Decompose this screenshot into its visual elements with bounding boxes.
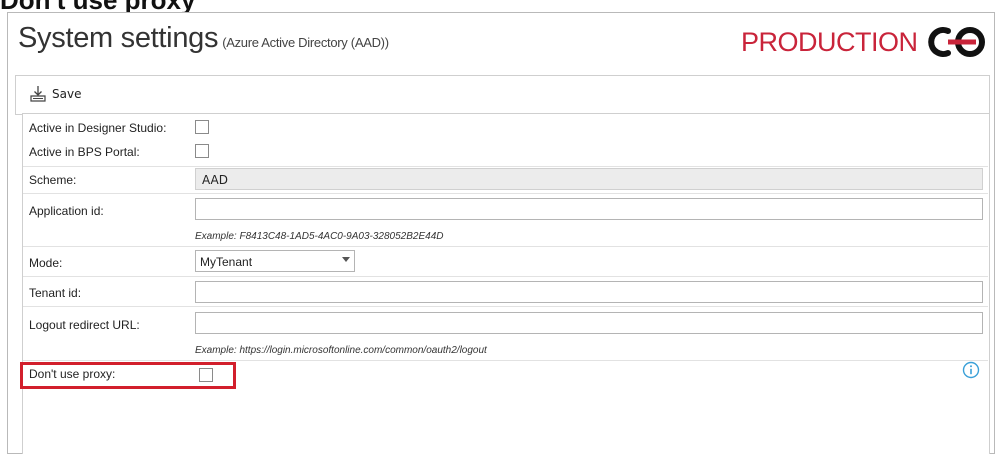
mode-select-value: MyTenant: [200, 255, 253, 269]
row-divider: [23, 276, 988, 277]
mode-label: Mode:: [29, 256, 63, 270]
scheme-label: Scheme:: [29, 173, 77, 187]
save-button-label: Save: [52, 87, 82, 101]
active-bps-label: Active in BPS Portal:: [29, 145, 140, 159]
application-id-example: Example: F8413C48-1AD5-4AC0-9A03-328052B…: [195, 231, 444, 242]
toolbar: [15, 75, 990, 115]
active-designer-label: Active in Designer Studio:: [29, 121, 167, 135]
environment-label: PRODUCTION: [741, 26, 918, 57]
row-divider: [23, 306, 988, 307]
page-title: System settings (Azure Active Directory (…: [18, 22, 389, 55]
save-icon: [30, 86, 46, 102]
tenant-id-input[interactable]: [195, 281, 983, 303]
company-logo-icon: [927, 27, 985, 57]
save-button[interactable]: Save: [29, 85, 81, 103]
row-divider: [23, 166, 988, 167]
logout-url-input[interactable]: [195, 312, 983, 334]
row-divider: [23, 246, 988, 247]
scheme-field: AAD: [195, 168, 983, 190]
application-id-input[interactable]: [195, 198, 983, 220]
application-id-label: Application id:: [29, 204, 104, 218]
page-subtitle: (Azure Active Directory (AAD)): [222, 35, 389, 50]
tenant-id-label: Tenant id:: [29, 286, 82, 300]
logout-url-label: Logout redirect URL:: [29, 318, 140, 332]
chevron-down-icon[interactable]: [342, 257, 350, 262]
active-bps-checkbox[interactable]: [195, 144, 209, 158]
logout-url-example: Example: https://login.microsoftonline.c…: [195, 345, 487, 356]
highlight-box: [20, 362, 236, 389]
environment-badge: PRODUCTION: [741, 22, 990, 62]
page-title-text: System settings: [18, 22, 219, 54]
row-divider: [23, 193, 988, 194]
active-designer-checkbox[interactable]: [195, 120, 209, 134]
row-divider: [23, 360, 988, 361]
info-icon[interactable]: [962, 361, 980, 379]
